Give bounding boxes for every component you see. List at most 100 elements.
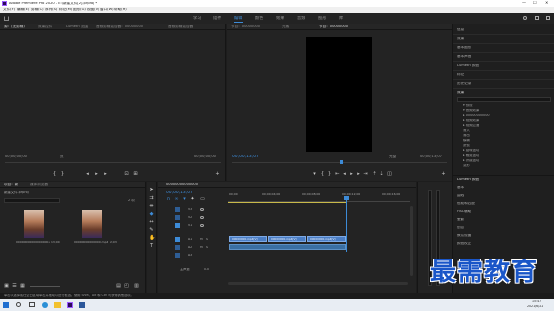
track-toggle-icon[interactable] xyxy=(175,207,180,212)
tab-elements[interactable]: 元素 xyxy=(282,25,289,29)
lumetri-section[interactable]: 基本 xyxy=(457,186,464,190)
wrench-icon[interactable]: ✦ xyxy=(190,197,195,202)
media-thumbnail[interactable] xyxy=(24,210,44,238)
workspace-tab-libraries[interactable]: 库 xyxy=(339,16,343,20)
track-select-tool-icon[interactable]: ⇉ xyxy=(149,196,154,201)
lumetri-section[interactable]: 色轮和匹配 xyxy=(457,202,475,206)
slip-tool-icon[interactable]: ↔ xyxy=(149,220,154,225)
tab-lumetri-scopes[interactable]: Lumetri 范围 xyxy=(66,25,88,29)
clock-time[interactable]: 15:47 xyxy=(532,300,541,303)
panel-item-info[interactable]: 信息 xyxy=(457,28,464,32)
menu-graphics[interactable]: 图形(G) xyxy=(73,8,86,12)
workspace-tab-effects[interactable]: 效果 xyxy=(276,16,284,20)
mute-button[interactable]: M xyxy=(200,238,203,241)
mark-in-icon[interactable]: { xyxy=(52,172,57,177)
windows-start-icon[interactable] xyxy=(3,302,9,308)
add-button-icon[interactable]: + xyxy=(215,172,220,177)
razor-tool-icon[interactable]: ◆ xyxy=(149,212,154,217)
solo-button[interactable]: S xyxy=(206,238,208,241)
timeline-playhead[interactable] xyxy=(346,196,347,252)
lumetri-section[interactable]: 晕影 xyxy=(457,218,464,222)
lumetri-section[interactable]: 颜色校正 xyxy=(457,242,471,246)
eye-icon[interactable] xyxy=(200,216,204,219)
workspace-tab-learn[interactable]: 学习 xyxy=(193,16,201,20)
go-to-in-icon[interactable]: ⇤ xyxy=(335,172,340,177)
source-timecode-left[interactable]: 00;00;00;00 xyxy=(5,155,27,159)
track-toggle-icon[interactable] xyxy=(175,215,180,220)
solo-button[interactable]: S xyxy=(206,246,208,249)
tree-item[interactable]: 变形 xyxy=(463,164,470,167)
tab-program[interactable]: 节目：00000000 xyxy=(319,25,348,29)
share-icon[interactable] xyxy=(535,16,539,20)
tab-audio-clip-mixer[interactable]: 音频剪辑混合器：00000000 xyxy=(96,25,143,29)
tab-sequence[interactable]: 00000000000000 xyxy=(166,183,198,187)
trash-icon[interactable]: ▥ xyxy=(134,284,139,289)
lock-icon[interactable]: ▣ xyxy=(4,284,9,289)
menu-clip[interactable]: 剪辑(C) xyxy=(31,8,44,12)
menu-file[interactable]: 文件(F) xyxy=(3,8,15,12)
new-item-icon[interactable]: ◰ xyxy=(124,284,129,289)
panel-item-essential-sound[interactable]: 基本声音 xyxy=(457,55,471,59)
tab-media-browser[interactable]: 媒体浏览器 xyxy=(30,183,48,187)
step-forward-icon[interactable]: ▸ xyxy=(356,172,361,177)
tree-item[interactable]: ▸ 视频效果 xyxy=(463,119,479,122)
program-playhead[interactable] xyxy=(340,160,343,164)
add-marker-icon[interactable]: ▾ xyxy=(182,197,187,202)
export-frame-icon[interactable]: ◫ xyxy=(387,172,392,177)
eye-icon[interactable] xyxy=(200,208,204,211)
panel-item-lumetri-color[interactable]: Lumetri 颜色 xyxy=(457,64,479,68)
expand-icon[interactable] xyxy=(546,16,550,20)
program-fit-select[interactable]: 完整 xyxy=(389,155,396,159)
edge-icon[interactable] xyxy=(42,302,48,308)
clock-date[interactable]: 2021/6/22 xyxy=(527,305,543,308)
pen-tool-icon[interactable]: ✎ xyxy=(149,228,154,233)
maximize-button[interactable]: ☐ xyxy=(533,1,537,5)
panel-item-effects[interactable]: 效果 xyxy=(457,37,464,41)
media-thumbnail[interactable] xyxy=(82,210,102,238)
tree-item[interactable]: ▸ 视频过渡 xyxy=(463,124,479,127)
overwrite-icon[interactable]: ⊞ xyxy=(133,172,138,177)
lumetri-section[interactable]: HSL辅助 xyxy=(457,210,471,214)
tree-item[interactable]: 渐入 xyxy=(463,129,470,132)
snap-icon[interactable]: ∩ xyxy=(166,197,171,202)
close-button[interactable]: ✕ xyxy=(545,1,548,5)
minimize-button[interactable]: — xyxy=(522,1,526,5)
selection-tool-icon[interactable]: ➤ xyxy=(149,188,154,193)
effects-search-input[interactable] xyxy=(457,97,551,102)
tree-item[interactable]: ▸ 00000000000 xyxy=(463,114,490,117)
panel-item-markers[interactable]: 标记 xyxy=(457,73,464,77)
program-video-frame[interactable] xyxy=(306,37,372,152)
hand-tool-icon[interactable]: ✋ xyxy=(149,236,155,241)
vertical-scrollbar[interactable] xyxy=(410,206,413,276)
tab-source[interactable]: 源：(无剪辑) xyxy=(4,25,25,29)
step-back-icon[interactable]: ◂ xyxy=(85,172,90,177)
home-icon[interactable] xyxy=(4,16,9,21)
track-toggle-icon[interactable] xyxy=(175,237,180,242)
panel-item-effects-active[interactable]: 效果 xyxy=(457,91,464,95)
track-toggle-icon[interactable] xyxy=(175,223,180,228)
task-view-icon[interactable] xyxy=(29,302,35,307)
lumetri-section[interactable]: 曲线 xyxy=(457,194,464,198)
word-icon[interactable] xyxy=(79,302,85,308)
project-search-input[interactable] xyxy=(4,198,60,203)
program-timecode-left[interactable]: 00;00;13;07 xyxy=(232,155,259,159)
menu-sequence[interactable]: 序列(S) xyxy=(45,8,57,12)
premiere-taskbar-icon[interactable] xyxy=(67,302,73,308)
linked-selection-icon[interactable]: ∞ xyxy=(174,197,179,202)
step-forward-icon[interactable]: ▸ xyxy=(103,172,108,177)
play-icon[interactable]: ▸ xyxy=(94,172,99,177)
video-clip[interactable]: 00000000.mp4[V] xyxy=(307,236,346,242)
marker-icon[interactable]: ▾ xyxy=(312,172,317,177)
file-explorer-icon[interactable] xyxy=(54,302,61,308)
tree-item[interactable]: 模糊 xyxy=(463,139,470,142)
track-toggle-icon[interactable] xyxy=(175,253,180,258)
zoom-slider[interactable] xyxy=(30,286,60,287)
tree-item[interactable]: ▾ 预设 xyxy=(463,104,473,107)
workspace-tab-graphics[interactable]: 图形 xyxy=(318,16,326,20)
menu-help[interactable]: 帮助(H) xyxy=(114,8,127,12)
tree-item[interactable]: ▾ 音频效果 xyxy=(463,109,479,112)
video-clip[interactable]: 00000000.mp4[V] xyxy=(229,236,267,242)
workspace-tab-audio[interactable]: 音频 xyxy=(297,16,305,20)
mark-out-icon[interactable]: } xyxy=(60,172,65,177)
video-clip[interactable]: 00000000.mp4[V] xyxy=(268,236,306,242)
